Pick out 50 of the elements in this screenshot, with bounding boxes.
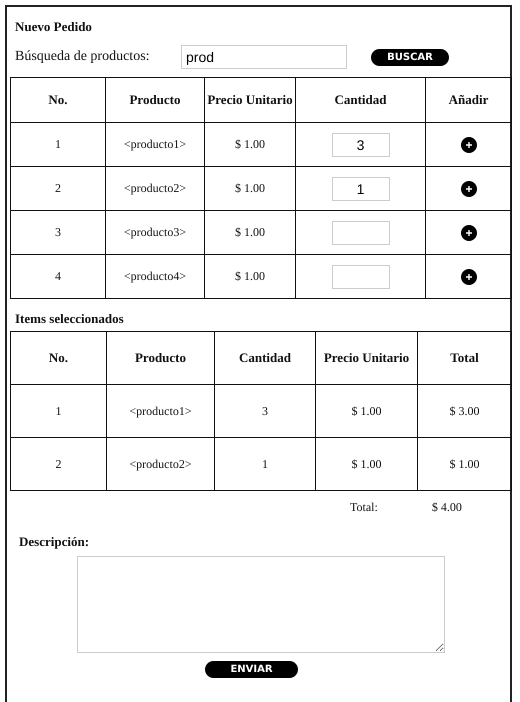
table-cell: 3 [10, 210, 106, 254]
description-label: Descripción: [19, 534, 90, 550]
table-cell: $ 1.00 [204, 166, 296, 210]
column-header: No. [10, 78, 106, 122]
table-cell: 2 [10, 166, 106, 210]
column-header: Precio Unitario [316, 332, 418, 384]
table-cell: <producto1> [106, 384, 214, 438]
column-header: Cantidad [214, 332, 316, 384]
table-cell: 1 [214, 438, 316, 490]
table-cell: 2 [10, 438, 106, 490]
form-title: Nuevo Pedido [15, 19, 93, 35]
table-cell: <producto2> [106, 438, 214, 490]
table-cell: 1 [10, 122, 106, 166]
quantity-field[interactable]: 1 [332, 176, 390, 200]
column-header: Producto [106, 78, 204, 122]
table-cell: 3 [214, 384, 316, 438]
total-value: $ 4.00 [432, 500, 462, 516]
table-cell: $ 1.00 [204, 254, 296, 298]
quantity-field[interactable] [332, 264, 390, 288]
description-field[interactable] [77, 556, 445, 653]
table-cell: <producto3> [106, 210, 204, 254]
search-field[interactable]: prod [181, 45, 347, 69]
table-cell: $ 1.00 [418, 438, 512, 490]
column-header: No. [10, 332, 106, 384]
quantity-field[interactable] [332, 220, 390, 244]
table-cell: $ 1.00 [316, 438, 418, 490]
table-cell: <producto2> [106, 166, 204, 210]
submit-button[interactable]: ENVIAR [205, 661, 298, 678]
column-header: Cantidad [296, 78, 426, 122]
column-header: Total [418, 332, 512, 384]
total-label: Total: [350, 500, 378, 516]
add-icon[interactable] [460, 180, 476, 196]
table-cell: 4 [10, 254, 106, 298]
table-cell: $ 1.00 [316, 384, 418, 438]
add-icon[interactable] [460, 224, 476, 240]
table-cell: <producto4> [106, 254, 204, 298]
add-icon[interactable] [460, 136, 476, 152]
search-button[interactable]: BUSCAR [371, 48, 449, 66]
table-cell: $ 3.00 [418, 384, 512, 438]
table-cell: $ 1.00 [204, 122, 296, 166]
column-header: Producto [106, 332, 214, 384]
column-header: Precio Unitario [204, 78, 296, 122]
section-title: Items seleccionados [15, 311, 125, 327]
table-cell: <producto1> [106, 122, 204, 166]
table-cell: 1 [10, 384, 106, 438]
table-cell: $ 1.00 [204, 210, 296, 254]
quantity-field[interactable]: 3 [332, 132, 390, 156]
add-icon[interactable] [460, 268, 476, 284]
column-header: Añadir [426, 78, 512, 122]
search-label: Búsqueda de productos: [15, 49, 151, 65]
